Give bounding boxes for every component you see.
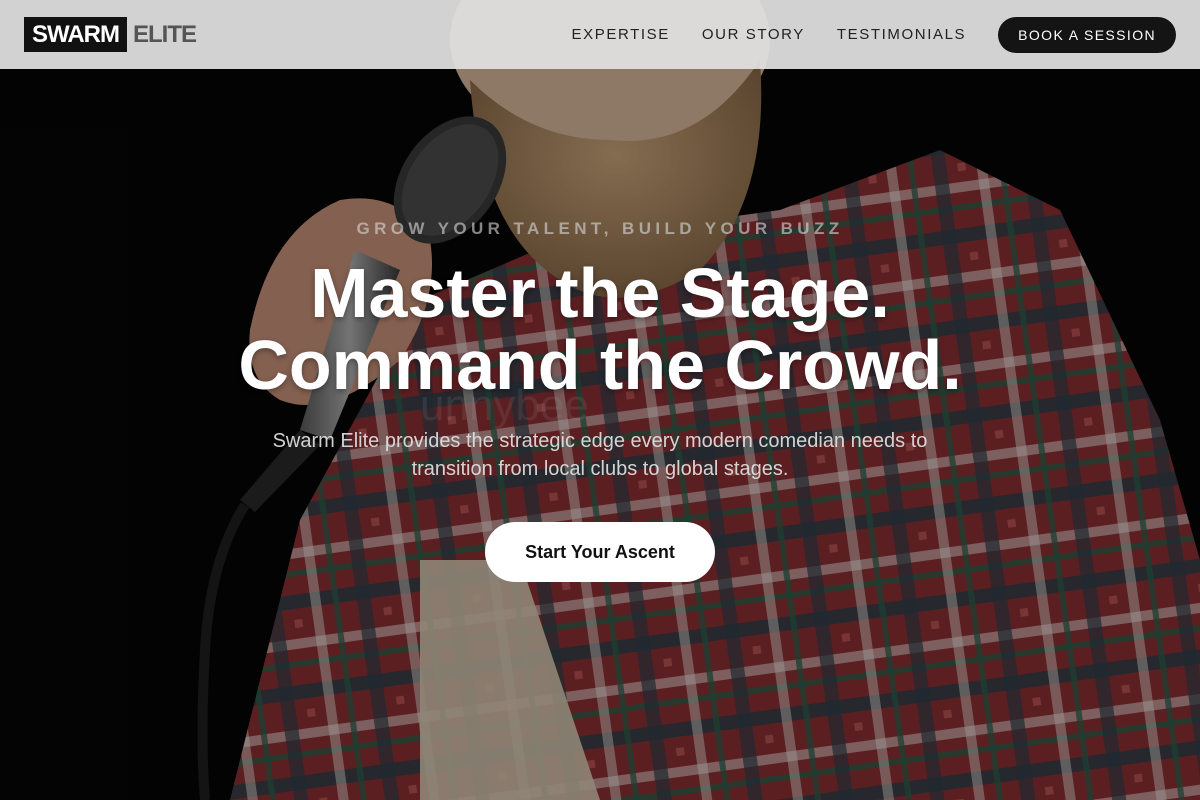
top-navbar: SWARM ELITE EXPERTISE OUR STORY TESTIMON…: [0, 0, 1200, 69]
hero-eyebrow: GROW YOUR TALENT, BUILD YOUR BUZZ: [356, 219, 844, 238]
logo-swarm-text: SWARM: [24, 17, 127, 52]
hero-headline-line-2: Command the Crowd.: [238, 326, 962, 404]
main-nav: EXPERTISE OUR STORY TESTIMONIALS BOOK A …: [572, 16, 1176, 53]
nav-link-expertise[interactable]: EXPERTISE: [572, 25, 670, 45]
nav-link-our-story[interactable]: OUR STORY: [702, 25, 805, 45]
hero-content: GROW YOUR TALENT, BUILD YOUR BUZZ Master…: [0, 0, 1200, 800]
logo-elite-text: ELITE: [133, 21, 197, 48]
hero-headline: Master the Stage. Command the Crowd.: [0, 257, 1200, 401]
nav-link-testimonials[interactable]: TESTIMONIALS: [837, 25, 966, 45]
brand-logo[interactable]: SWARM ELITE: [24, 17, 197, 52]
hero-headline-line-1: Master the Stage.: [310, 254, 890, 332]
hero-subheading: Swarm Elite provides the strategic edge …: [272, 430, 928, 480]
start-your-ascent-button[interactable]: Start Your Ascent: [485, 522, 715, 582]
book-session-button[interactable]: BOOK A SESSION: [998, 16, 1176, 53]
